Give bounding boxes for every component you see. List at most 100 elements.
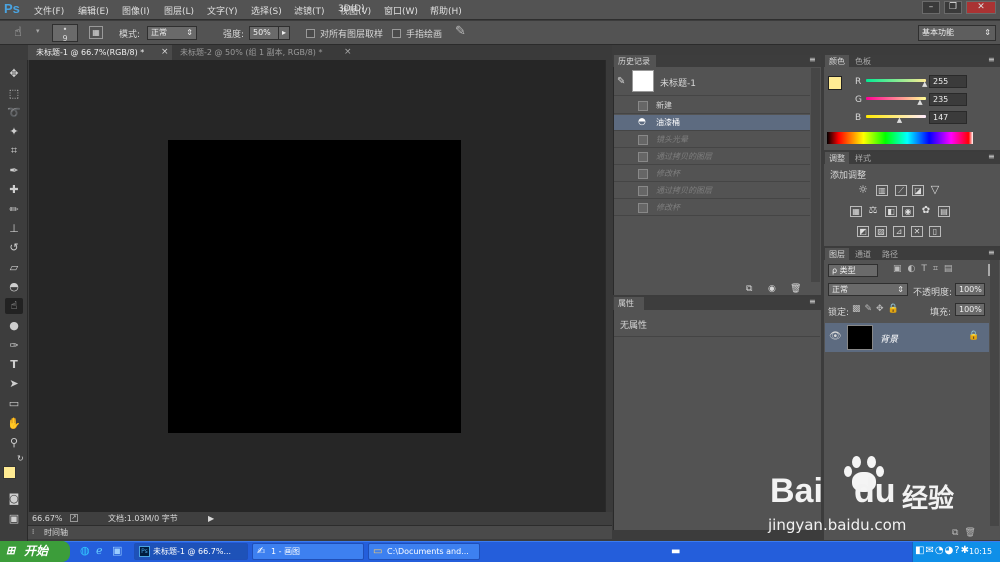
r-value-field[interactable]: 255 bbox=[929, 75, 967, 88]
panel-menu-icon[interactable]: ≡ bbox=[988, 55, 995, 64]
taskbar-item-photoshop[interactable]: Ps 未标题-1 @ 66.7%... bbox=[134, 543, 248, 560]
menu-edit[interactable]: 编辑(E) bbox=[78, 4, 109, 17]
brightness-icon[interactable]: ☼ bbox=[857, 184, 869, 196]
invert-icon[interactable]: ◩ bbox=[857, 226, 869, 237]
workspace-select[interactable]: 基本功能 ⇕ bbox=[918, 25, 996, 41]
ie-icon[interactable]: ℯ bbox=[96, 544, 103, 557]
status-menu-arrow-icon[interactable]: ▶ bbox=[208, 512, 214, 525]
start-button[interactable]: ⊞ 开始 bbox=[0, 541, 70, 562]
healing-brush-tool-icon[interactable]: ✚ bbox=[5, 182, 23, 198]
timeline-bar[interactable]: ⁞ 时间轴 bbox=[28, 525, 612, 539]
tray-icons[interactable]: ◧✉◔◕?✱ bbox=[915, 545, 970, 556]
b-slider-thumb[interactable]: ▲ bbox=[897, 116, 902, 124]
strength-dropdown-icon[interactable]: ▸ bbox=[278, 26, 290, 40]
color-lookup-icon[interactable]: ▤ bbox=[938, 206, 950, 217]
history-item-active[interactable]: ◓ 油漆桶 bbox=[614, 115, 810, 131]
history-item[interactable]: 新建 bbox=[614, 98, 810, 114]
photo-filter-icon[interactable]: ◉ bbox=[902, 206, 914, 217]
close-button[interactable]: ✕ bbox=[966, 1, 996, 14]
black-white-icon[interactable]: ◧ bbox=[885, 206, 897, 217]
menu-file[interactable]: 文件(F) bbox=[34, 4, 64, 17]
threshold-icon[interactable]: ⊿ bbox=[893, 226, 905, 237]
menu-layer[interactable]: 图层(L) bbox=[164, 4, 194, 17]
tab-history[interactable]: 历史记录 bbox=[614, 55, 656, 68]
trash-icon[interactable]: 🗑 bbox=[790, 284, 801, 294]
menu-help[interactable]: 帮助(H) bbox=[430, 4, 462, 17]
eye-icon[interactable]: 👁 bbox=[829, 331, 842, 342]
tab-document-2[interactable]: 未标题-2 @ 50% (组 1 副本, RGB/8) * bbox=[172, 45, 356, 60]
tab-properties[interactable]: 属性 bbox=[614, 297, 644, 310]
tab-close-icon[interactable]: × bbox=[161, 47, 169, 57]
input-method-icon[interactable]: ▬ bbox=[671, 546, 680, 557]
r-slider-thumb[interactable]: ▲ bbox=[922, 80, 927, 88]
swap-colors-icon[interactable]: ↻ bbox=[17, 454, 24, 463]
fg-color-preview[interactable] bbox=[828, 76, 842, 90]
tab-color[interactable]: 颜色 bbox=[825, 55, 849, 68]
layer-filter-icons[interactable]: ▣◐T⌗▤ bbox=[893, 264, 958, 274]
gradient-map-icon[interactable]: ✕ bbox=[911, 226, 923, 237]
brush-tool-icon[interactable]: ✏ bbox=[5, 202, 23, 218]
color-balance-icon[interactable]: ⚖ bbox=[867, 206, 879, 217]
finger-paint-checkbox[interactable] bbox=[392, 29, 401, 38]
screen-mode-icon[interactable]: ▣ bbox=[5, 511, 23, 527]
type-tool-icon[interactable]: T bbox=[5, 357, 23, 373]
opacity-field[interactable]: 100% bbox=[955, 283, 985, 296]
history-item[interactable]: 通过拷贝的图层 bbox=[614, 183, 810, 199]
zoom-level[interactable]: 66.67% bbox=[32, 512, 63, 525]
history-item[interactable]: 修改杯 bbox=[614, 166, 810, 182]
smudge-tool-icon[interactable]: ☝ bbox=[5, 298, 23, 314]
taskbar-item-paint[interactable]: ✍ 1 - 画图 bbox=[252, 543, 364, 560]
move-tool-icon[interactable]: ✥ bbox=[5, 66, 23, 82]
tab-swatches[interactable]: 色板 bbox=[851, 55, 875, 68]
tab-adjustments[interactable]: 调整 bbox=[825, 152, 849, 165]
history-brush-tool-icon[interactable]: ↺ bbox=[5, 240, 23, 256]
new-document-from-state-icon[interactable]: ⧉ bbox=[746, 284, 752, 294]
tab-paths[interactable]: 路径 bbox=[878, 248, 904, 261]
path-selection-tool-icon[interactable]: ➤ bbox=[5, 376, 23, 392]
g-slider-thumb[interactable]: ▲ bbox=[917, 98, 922, 106]
panel-menu-icon[interactable]: ≡ bbox=[988, 248, 995, 257]
document-canvas[interactable] bbox=[168, 140, 461, 433]
r-slider[interactable] bbox=[866, 79, 926, 82]
lock-icons[interactable]: ▩✎✥🔒 bbox=[852, 304, 903, 314]
history-scrollbar[interactable] bbox=[811, 68, 820, 282]
zoom-tool-icon[interactable]: ⚲ bbox=[5, 435, 23, 451]
fill-field[interactable]: 100% bbox=[955, 303, 985, 316]
tool-preset-arrow-icon[interactable]: ▾ bbox=[36, 27, 40, 35]
export-icon[interactable]: ↗ bbox=[70, 514, 78, 522]
history-brush-source-icon[interactable]: ✎ bbox=[617, 76, 625, 87]
panel-menu-icon[interactable]: ≡ bbox=[809, 297, 816, 306]
brush-size-picker[interactable]: • 9 bbox=[52, 24, 78, 43]
tab-document-1[interactable]: 未标题-1 @ 66.7%(RGB/8) * bbox=[28, 45, 172, 60]
selective-color-icon[interactable]: ▯ bbox=[929, 226, 941, 237]
panel-menu-icon[interactable]: ≡ bbox=[988, 152, 995, 161]
menu-type[interactable]: 文字(Y) bbox=[207, 4, 238, 17]
history-item[interactable]: 镜头光晕 bbox=[614, 132, 810, 148]
restore-button[interactable]: ❐ bbox=[944, 1, 962, 14]
g-value-field[interactable]: 235 bbox=[929, 93, 967, 106]
history-item[interactable]: 修改杯 bbox=[614, 200, 810, 216]
layer-row-background[interactable]: 👁 背景 🔒 bbox=[825, 323, 989, 352]
history-snapshot[interactable]: ✎ 未标题-1 bbox=[614, 68, 810, 96]
brush-panel-icon[interactable]: ▦ bbox=[89, 26, 103, 39]
foreground-color-swatch[interactable] bbox=[3, 466, 16, 479]
lasso-tool-icon[interactable]: ➰ bbox=[5, 105, 23, 121]
quick-select-tool-icon[interactable]: ✦ bbox=[5, 124, 23, 140]
tab-close-icon[interactable]: × bbox=[344, 47, 352, 57]
quicklaunch-icon[interactable]: ◍ bbox=[80, 544, 90, 557]
paint-bucket-tool-icon[interactable]: ◓ bbox=[5, 279, 23, 295]
dodge-tool-icon[interactable]: ● bbox=[5, 318, 23, 334]
pen-tool-icon[interactable]: ✑ bbox=[5, 338, 23, 354]
tab-channels[interactable]: 通道 bbox=[851, 248, 877, 261]
pressure-icon[interactable]: ✎ bbox=[455, 24, 466, 39]
blend-mode-select[interactable]: 正常 ⇕ bbox=[828, 283, 908, 296]
clone-stamp-tool-icon[interactable]: ⊥ bbox=[5, 221, 23, 237]
menu-image[interactable]: 图像(I) bbox=[122, 4, 150, 17]
rectangle-tool-icon[interactable]: ▭ bbox=[5, 396, 23, 412]
levels-icon[interactable]: ▥ bbox=[876, 185, 888, 196]
minimize-button[interactable]: – bbox=[922, 1, 940, 14]
layer-name[interactable]: 背景 bbox=[880, 332, 898, 345]
marquee-tool-icon[interactable]: ⬚ bbox=[5, 86, 23, 102]
exposure-icon[interactable]: ◪ bbox=[912, 185, 924, 196]
posterize-icon[interactable]: ▨ bbox=[875, 226, 887, 237]
